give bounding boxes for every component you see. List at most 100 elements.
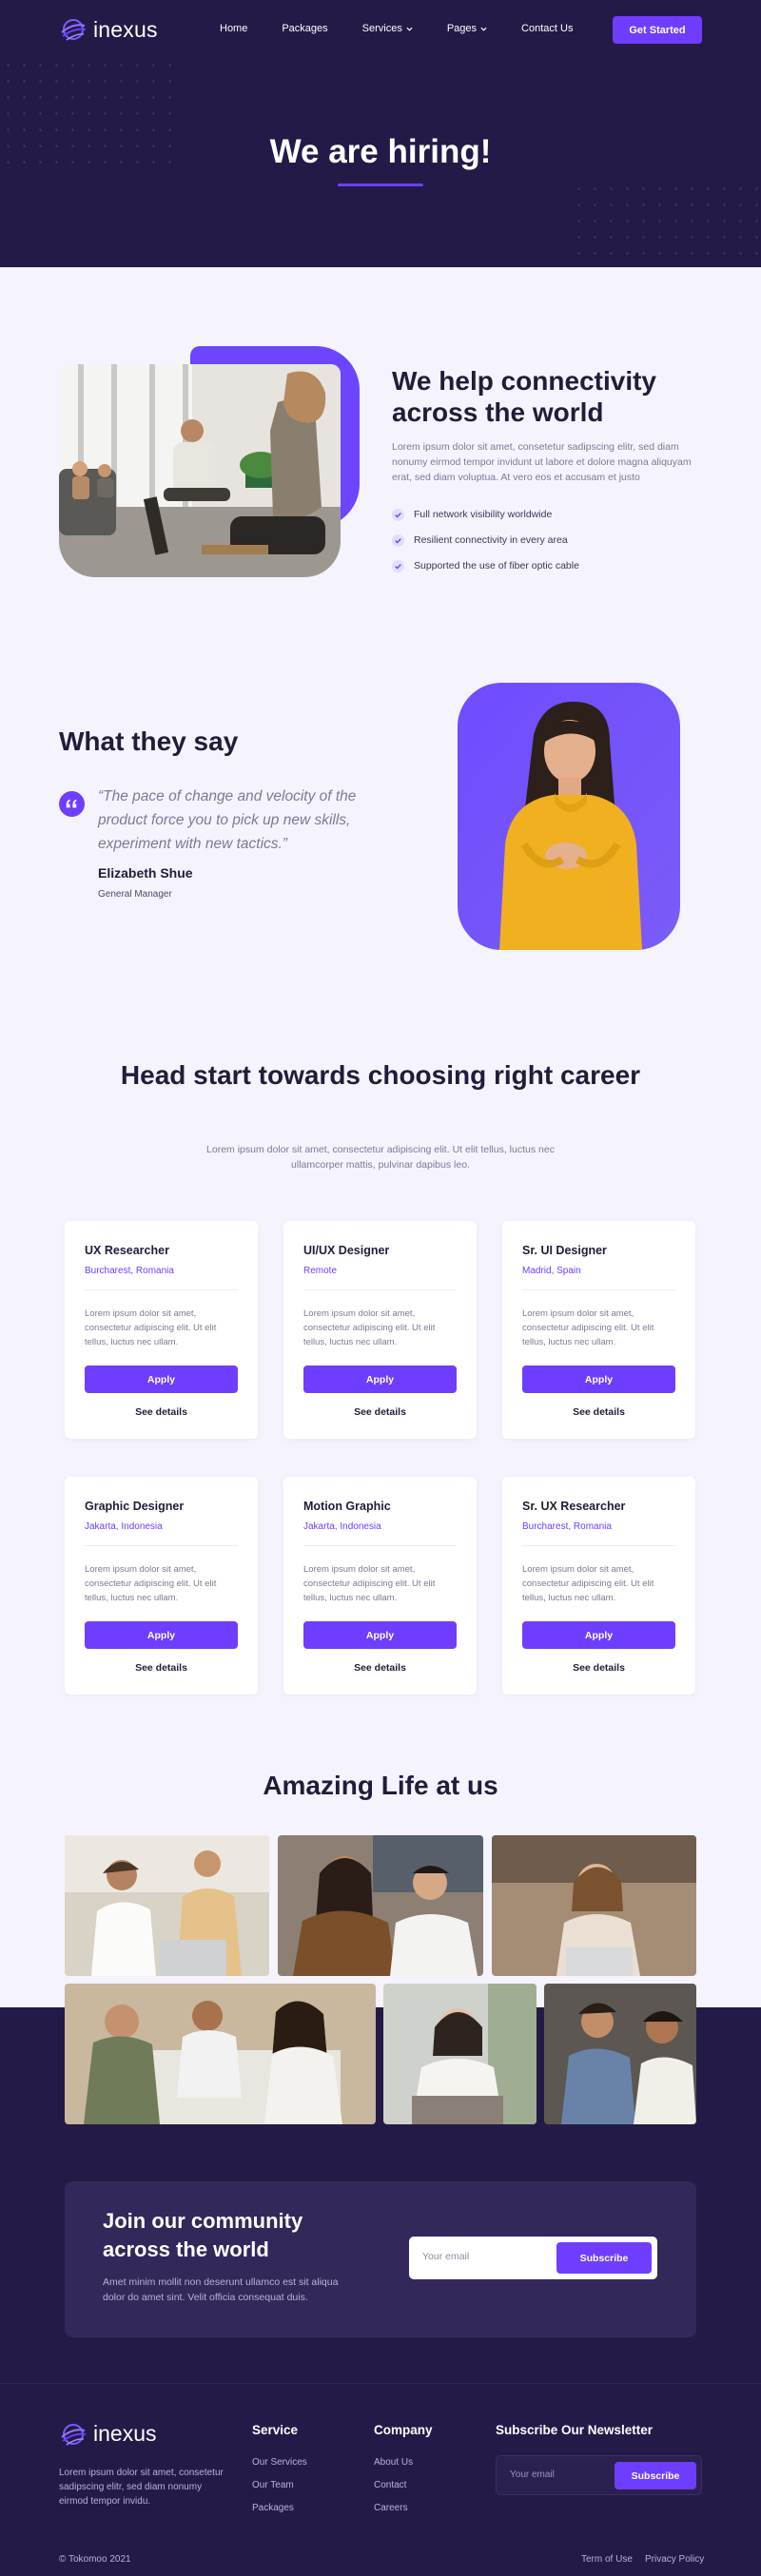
get-started-button[interactable]: Get Started: [613, 16, 702, 44]
hero-underline: [338, 184, 423, 186]
gallery-photo-2: [278, 1835, 483, 1976]
see-details-link[interactable]: See details: [522, 1662, 675, 1674]
feature-label: Supported the use of fiber optic cable: [414, 560, 579, 571]
footer-link-our-team[interactable]: Our Team: [252, 2480, 294, 2490]
footer-link-our-services[interactable]: Our Services: [252, 2457, 307, 2468]
feature-item: Resilient connectivity in every area: [392, 533, 706, 548]
check-circle-icon: [392, 533, 404, 547]
see-details-link[interactable]: See details: [303, 1406, 457, 1418]
job-card: Motion Graphic Jakarta, Indonesia Lorem …: [283, 1477, 477, 1695]
nav-contact[interactable]: Contact Us: [521, 23, 573, 34]
footer-logo[interactable]: inexus: [59, 2421, 156, 2447]
footer-newsletter-title: Subscribe Our Newsletter: [496, 2423, 654, 2437]
term-of-use-link[interactable]: Term of Use: [581, 2554, 633, 2565]
nav-pages[interactable]: Pages: [447, 23, 487, 34]
job-description: Lorem ipsum dolor sit amet, consectetur …: [303, 1564, 436, 1603]
gallery-photo-5: [383, 1984, 537, 2124]
job-title: UX Researcher: [85, 1244, 169, 1257]
apply-button[interactable]: Apply: [303, 1621, 457, 1649]
testimonial-title: What they say: [59, 726, 239, 756]
job-description: Lorem ipsum dolor sit amet, consectetur …: [522, 1308, 654, 1347]
see-details-link[interactable]: See details: [85, 1662, 238, 1674]
footer-company-title: Company: [374, 2423, 433, 2437]
copyright: © Tokomoo 2021: [59, 2554, 131, 2565]
job-location: Jakarta, Indonesia: [303, 1521, 381, 1532]
nav-packages[interactable]: Packages: [282, 23, 327, 34]
gallery-image: [65, 1835, 269, 1976]
privacy-policy-link[interactable]: Privacy Policy: [645, 2554, 704, 2565]
nav-services-label: Services: [361, 23, 402, 34]
gallery-photo-6: [544, 1984, 696, 2124]
careers-subtitle: Lorem ipsum dolor sit amet, consectetur …: [206, 1144, 555, 1171]
nav-home-label: Home: [220, 23, 248, 34]
careers-title: Head start towards choosing right career: [120, 1060, 641, 1090]
divider: [85, 1289, 238, 1290]
connectivity-title: We help connectivity across the world: [392, 366, 656, 427]
see-details-link[interactable]: See details: [303, 1662, 457, 1674]
dot-pattern-right: [571, 181, 761, 266]
logo-wordmark: inexus: [93, 16, 158, 42]
nav-pages-label: Pages: [446, 23, 478, 34]
job-card: UX Researcher Burcharest, Romania Lorem …: [65, 1221, 258, 1439]
hero-title: We are hiring!: [269, 133, 492, 170]
footer-service-title: Service: [252, 2423, 299, 2437]
job-location: Remote: [303, 1266, 338, 1276]
divider: [303, 1545, 457, 1546]
footer-subscribe-button[interactable]: Subscribe: [615, 2462, 696, 2489]
nav-contact-label: Contact Us: [521, 23, 574, 34]
see-details-link[interactable]: See details: [85, 1406, 238, 1418]
testimonial-author-name: Elizabeth Shue: [98, 865, 193, 881]
footer-link-careers[interactable]: Careers: [374, 2503, 408, 2513]
divider: [522, 1545, 675, 1546]
divider: [522, 1289, 675, 1290]
job-title: Sr. UX Researcher: [522, 1500, 626, 1513]
see-details-link[interactable]: See details: [522, 1406, 675, 1418]
logo-globe-icon: [61, 19, 87, 41]
job-card: Sr. UX Researcher Burcharest, Romania Lo…: [502, 1477, 695, 1695]
divider: [85, 1545, 238, 1546]
job-card: Graphic Designer Jakarta, Indonesia Lore…: [65, 1477, 258, 1695]
page: inexus Home Packages Services Pages Cont…: [0, 0, 761, 2576]
navbar: inexus Home Packages Services Pages Cont…: [59, 13, 702, 46]
apply-button[interactable]: Apply: [522, 1621, 675, 1649]
community-email-input[interactable]: Your email: [422, 2251, 469, 2262]
gallery-photo-1: [65, 1835, 269, 1976]
job-location: Burcharest, Romania: [522, 1521, 612, 1532]
apply-button[interactable]: Apply: [85, 1365, 238, 1393]
nav-services[interactable]: Services: [362, 23, 413, 34]
community-subscribe-form: Your email Subscribe: [409, 2237, 657, 2279]
footer-link-about-us[interactable]: About Us: [374, 2457, 413, 2468]
logo-globe-icon: [61, 2423, 87, 2446]
gallery-image: [492, 1835, 696, 1976]
job-description: Lorem ipsum dolor sit amet, consectetur …: [85, 1564, 217, 1603]
job-title: Graphic Designer: [85, 1500, 185, 1513]
apply-button[interactable]: Apply: [303, 1365, 457, 1393]
job-title: Motion Graphic: [303, 1500, 391, 1513]
gallery-image: [65, 1984, 376, 2124]
logo[interactable]: inexus: [59, 16, 158, 43]
testimonial-author-role: General Manager: [98, 889, 172, 900]
testimonial-quote: “The pace of change and velocity of the …: [98, 788, 357, 852]
community-subscribe-button[interactable]: Subscribe: [556, 2242, 652, 2274]
job-card: Sr. UI Designer Madrid, Spain Lorem ipsu…: [502, 1221, 695, 1439]
footer-divider: [0, 2383, 761, 2384]
footer-link-packages[interactable]: Packages: [252, 2503, 294, 2513]
feature-label: Full network visibility worldwide: [414, 509, 553, 520]
footer-email-input[interactable]: Your email: [510, 2469, 555, 2480]
check-circle-icon: [392, 559, 404, 572]
office-meeting-image: [59, 364, 341, 577]
check-circle-icon: [392, 508, 404, 521]
connectivity-body: Lorem ipsum dolor sit amet, consetetur s…: [392, 441, 692, 483]
divider: [303, 1289, 457, 1290]
footer-logo-wordmark: inexus: [93, 2421, 157, 2446]
testimonial-portrait-image: [458, 683, 680, 950]
gallery-photo-3: [492, 1835, 696, 1976]
job-title: UI/UX Designer: [303, 1244, 390, 1257]
apply-button[interactable]: Apply: [85, 1621, 238, 1649]
nav-home[interactable]: Home: [220, 23, 247, 34]
nav-packages-label: Packages: [282, 23, 328, 34]
gallery-photo-4: [65, 1984, 376, 2124]
apply-button[interactable]: Apply: [522, 1365, 675, 1393]
footer-link-contact[interactable]: Contact: [374, 2480, 406, 2490]
chevron-down-icon: [480, 27, 487, 31]
